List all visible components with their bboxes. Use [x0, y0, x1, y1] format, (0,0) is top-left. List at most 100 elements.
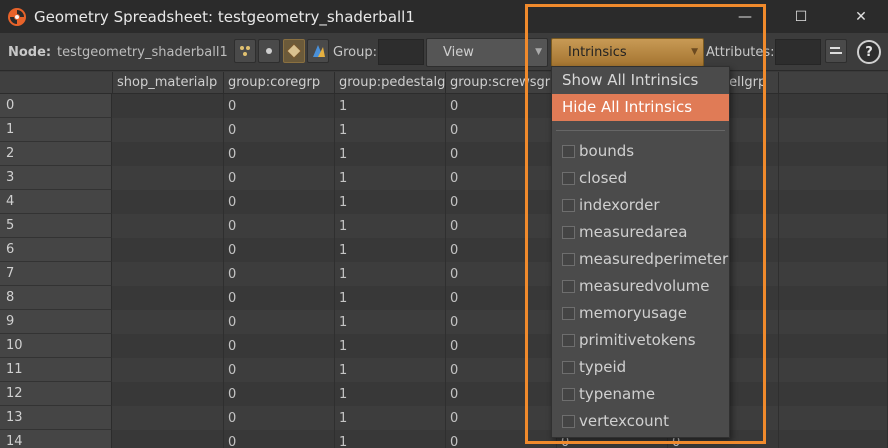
- table-cell[interactable]: 0: [224, 94, 335, 118]
- table-cell[interactable]: 0: [224, 358, 335, 382]
- table-cell[interactable]: 0: [446, 94, 557, 118]
- table-cell[interactable]: 0: [224, 142, 335, 166]
- table-cell[interactable]: 1: [335, 142, 446, 166]
- row-index[interactable]: 2: [0, 142, 112, 166]
- row-index[interactable]: 13: [0, 406, 112, 430]
- table-cell[interactable]: [113, 142, 224, 166]
- group-field[interactable]: [378, 39, 424, 65]
- column-header-coregrp[interactable]: group:coregrp: [224, 72, 335, 94]
- table-cell[interactable]: 1: [335, 406, 446, 430]
- table-cell[interactable]: [113, 430, 224, 448]
- column-header-shop-materialp[interactable]: shop_materialp: [113, 72, 224, 94]
- row-index[interactable]: 14: [0, 430, 112, 448]
- table-cell[interactable]: 0: [446, 262, 557, 286]
- table-cell[interactable]: [779, 406, 888, 430]
- vertices-icon[interactable]: [258, 39, 280, 63]
- table-cell[interactable]: 0: [224, 382, 335, 406]
- table-cell[interactable]: [113, 262, 224, 286]
- table-cell[interactable]: 0: [224, 334, 335, 358]
- table-cell[interactable]: [779, 238, 888, 262]
- intrinsic-item-measuredvolume[interactable]: measuredvolume: [552, 273, 729, 300]
- row-index[interactable]: 7: [0, 262, 112, 286]
- table-cell[interactable]: 1: [335, 358, 446, 382]
- table-cell[interactable]: 0: [446, 190, 557, 214]
- table-cell[interactable]: [113, 118, 224, 142]
- table-cell[interactable]: 0: [446, 358, 557, 382]
- table-cell[interactable]: 0: [446, 430, 557, 448]
- attributes-field[interactable]: [775, 39, 821, 65]
- table-cell[interactable]: 0: [224, 286, 335, 310]
- detail-icon[interactable]: [307, 39, 329, 63]
- table-cell[interactable]: 0: [446, 142, 557, 166]
- table-cell[interactable]: [779, 310, 888, 334]
- table-cell[interactable]: [779, 358, 888, 382]
- table-cell[interactable]: 0: [446, 214, 557, 238]
- table-cell[interactable]: [113, 238, 224, 262]
- row-index[interactable]: 9: [0, 310, 112, 334]
- intrinsics-combo[interactable]: Intrinsics ▼: [551, 38, 704, 67]
- checkbox-icon[interactable]: [562, 415, 575, 428]
- table-cell[interactable]: 1: [335, 214, 446, 238]
- table-cell[interactable]: [113, 334, 224, 358]
- table-cell[interactable]: 0: [446, 382, 557, 406]
- view-combo[interactable]: View ▼: [426, 38, 548, 67]
- table-cell[interactable]: 0: [224, 190, 335, 214]
- intrinsic-item-closed[interactable]: closed: [552, 165, 729, 192]
- table-cell[interactable]: 0: [446, 166, 557, 190]
- intrinsic-item-measuredperimeter[interactable]: measuredperimeter: [552, 246, 729, 273]
- minimize-button[interactable]: —: [722, 0, 768, 33]
- checkbox-icon[interactable]: [562, 226, 575, 239]
- intrinsic-item-typename[interactable]: typename: [552, 381, 729, 408]
- table-cell[interactable]: 0: [224, 262, 335, 286]
- table-cell[interactable]: 1: [335, 286, 446, 310]
- show-all-intrinsics-item[interactable]: Show All Intrinsics: [552, 67, 729, 94]
- table-cell[interactable]: [113, 286, 224, 310]
- row-index[interactable]: 3: [0, 166, 112, 190]
- table-cell[interactable]: [779, 166, 888, 190]
- row-index[interactable]: 10: [0, 334, 112, 358]
- table-cell[interactable]: [113, 190, 224, 214]
- table-cell[interactable]: [113, 94, 224, 118]
- attribute-list-icon[interactable]: [825, 39, 847, 63]
- intrinsic-item-typeid[interactable]: typeid: [552, 354, 729, 381]
- table-cell[interactable]: 0: [446, 286, 557, 310]
- row-index[interactable]: 11: [0, 358, 112, 382]
- table-cell[interactable]: [779, 214, 888, 238]
- row-index[interactable]: 4: [0, 190, 112, 214]
- checkbox-icon[interactable]: [562, 361, 575, 374]
- table-cell[interactable]: 1: [335, 262, 446, 286]
- table-cell[interactable]: 1: [335, 310, 446, 334]
- table-cell[interactable]: [779, 262, 888, 286]
- checkbox-icon[interactable]: [562, 388, 575, 401]
- hide-all-intrinsics-item[interactable]: Hide All Intrinsics: [552, 94, 729, 121]
- column-header-screwsgrp[interactable]: group:screwsgr: [446, 72, 557, 94]
- table-cell[interactable]: [779, 190, 888, 214]
- column-header-pedestalgrp[interactable]: group:pedestalg: [335, 72, 446, 94]
- table-cell[interactable]: 0: [224, 310, 335, 334]
- table-cell[interactable]: 1: [335, 190, 446, 214]
- table-cell[interactable]: [779, 334, 888, 358]
- table-cell[interactable]: 1: [335, 334, 446, 358]
- row-index[interactable]: 8: [0, 286, 112, 310]
- close-button[interactable]: ✕: [838, 0, 884, 33]
- intrinsic-item-measuredarea[interactable]: measuredarea: [552, 219, 729, 246]
- table-cell[interactable]: [113, 310, 224, 334]
- table-cell[interactable]: [779, 286, 888, 310]
- table-cell[interactable]: [779, 382, 888, 406]
- checkbox-icon[interactable]: [562, 172, 575, 185]
- table-cell[interactable]: 0: [224, 238, 335, 262]
- table-cell[interactable]: 0: [224, 406, 335, 430]
- table-cell[interactable]: [113, 382, 224, 406]
- table-cell[interactable]: [113, 166, 224, 190]
- checkbox-icon[interactable]: [562, 280, 575, 293]
- table-cell[interactable]: 0: [446, 334, 557, 358]
- table-cell[interactable]: 0: [446, 406, 557, 430]
- table-cell[interactable]: [779, 94, 888, 118]
- row-index[interactable]: 6: [0, 238, 112, 262]
- row-index[interactable]: 0: [0, 94, 112, 118]
- maximize-button[interactable]: ☐: [778, 0, 824, 33]
- table-cell[interactable]: [113, 358, 224, 382]
- intrinsic-item-bounds[interactable]: bounds: [552, 138, 729, 165]
- table-cell[interactable]: 1: [335, 238, 446, 262]
- row-index[interactable]: 5: [0, 214, 112, 238]
